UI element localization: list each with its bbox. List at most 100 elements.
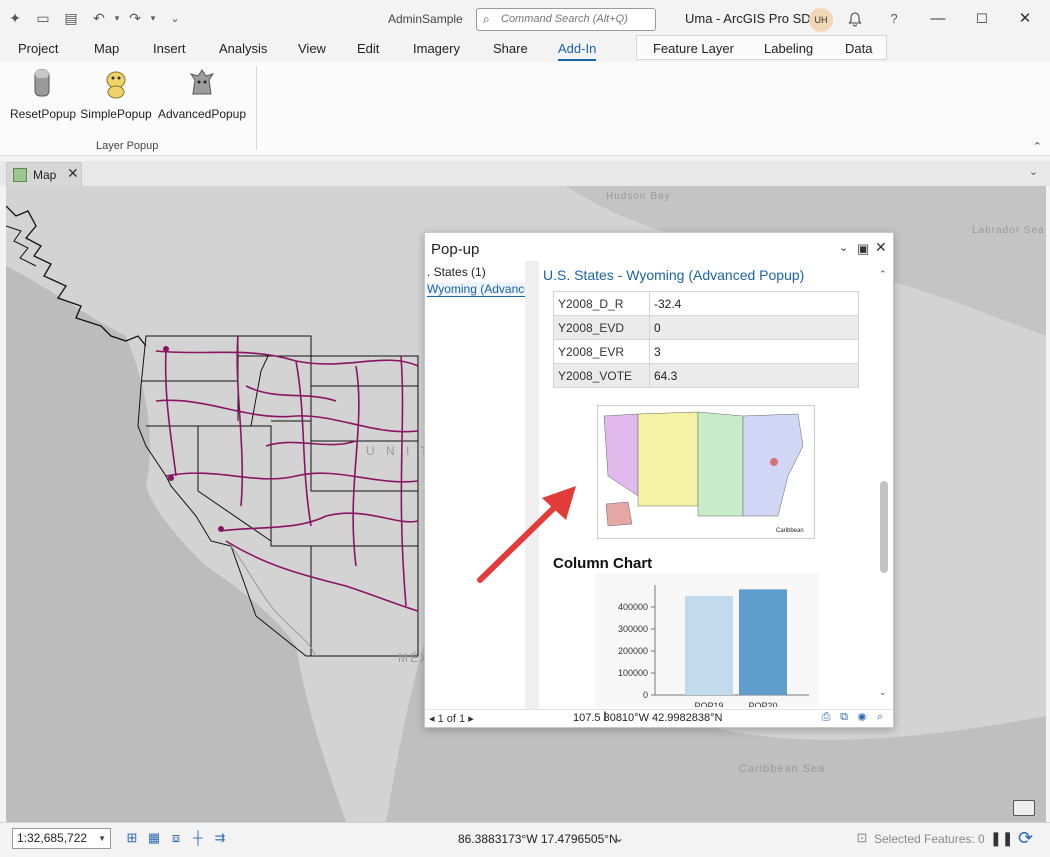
minimize-button[interactable]: — <box>926 8 950 30</box>
snapping-icon[interactable]: ⧈ <box>168 830 184 846</box>
attr-key: Y2008_EVR <box>553 339 650 364</box>
text-cursor-icon: I <box>603 708 607 724</box>
close-window-button[interactable]: ✕ <box>1013 8 1037 30</box>
attr-value: -32.4 <box>649 291 859 316</box>
tab-insert[interactable]: Insert <box>153 41 186 56</box>
table-row: Y2008_EVR 3 <box>553 339 859 364</box>
save-project-icon[interactable]: ▤ <box>62 9 80 27</box>
flash-icon[interactable]: ✺ <box>855 711 869 725</box>
column-chart: 0 100000 200000 300000 400000 POP19 POP20 <box>595 573 819 709</box>
popup-options-icon[interactable]: ⌄ <box>839 241 848 254</box>
feature-item-wyoming[interactable]: Wyoming (Advanced Popup) <box>427 282 525 297</box>
status-bar: 1:32,685,722 ▼ ⊞ ▦ ⧈ ┼ ⇉ 86.3883173°W 17… <box>0 822 1050 857</box>
close-map-tab-icon[interactable]: ✕ <box>67 165 79 182</box>
command-search-input[interactable]: ⌕ Command Search (Alt+Q) <box>476 8 656 31</box>
basemap-gallery-icon[interactable] <box>1013 800 1035 816</box>
constraints-icon[interactable]: ┼ <box>190 830 206 846</box>
undo-dropdown-icon[interactable]: ▾ <box>108 9 126 27</box>
open-project-icon[interactable]: ▭ <box>34 9 52 27</box>
zoom-to-icon[interactable]: ⌕ <box>873 711 887 725</box>
annotation-arrow-icon <box>477 486 576 583</box>
nav-counter: 1 of 1 <box>437 713 466 725</box>
attr-value: 3 <box>649 339 859 364</box>
selection-icon[interactable]: ⊡ <box>854 830 870 846</box>
map-scale-select[interactable]: 1:32,685,722 ▼ <box>12 828 111 849</box>
popup-title: Pop-up <box>431 241 480 258</box>
popup-coords: 107.5 30810°W 42.9982838°N <box>573 712 723 724</box>
view-tab-strip: Map ✕ ⌄ <box>0 161 1050 186</box>
attr-value: 64.3 <box>649 363 859 388</box>
ribbon-body: ResetPopup SimplePopup AdvancedPopup Lay… <box>0 62 1050 156</box>
add-layer-icon[interactable]: ⊞ <box>124 830 140 846</box>
map-label-hudson-bay: Hudson Bay <box>606 191 671 202</box>
chevron-down-icon: ▼ <box>98 834 106 843</box>
tab-imagery[interactable]: Imagery <box>413 41 460 56</box>
redo-icon[interactable]: ↷ <box>126 9 144 27</box>
notifications-bell-icon[interactable] <box>843 8 867 30</box>
nav-next-icon[interactable]: ▸ <box>468 713 474 725</box>
attr-key: Y2008_VOTE <box>553 363 650 388</box>
layer-group-item[interactable]: . States (1) <box>427 265 486 279</box>
ribbon-tabs: Project Map Insert Analysis View Edit Im… <box>0 38 1050 62</box>
tab-feature-layer[interactable]: Feature Layer <box>653 41 734 56</box>
command-search-placeholder: Command Search (Alt+Q) <box>501 13 628 25</box>
coord-format-dropdown-icon[interactable]: ⌄ <box>614 831 624 845</box>
map-nav-icon[interactable]: ⇉ <box>212 830 228 846</box>
contextual-tab-group: Feature Layer Labeling Data <box>636 35 887 60</box>
scroll-up-icon[interactable]: ⌃ <box>879 269 887 280</box>
group-label: Layer Popup <box>96 140 159 152</box>
collapse-ribbon-icon[interactable]: ⌃ <box>1033 140 1042 153</box>
advanced-popup-icon <box>189 69 215 95</box>
popup-maximize-icon[interactable]: ▣ <box>857 241 869 257</box>
tab-project[interactable]: Project <box>18 41 58 56</box>
selected-features: Selected Features: 0 <box>874 832 985 846</box>
vscroll-thumb[interactable] <box>880 481 888 573</box>
reset-popup-button[interactable]: ResetPopup <box>10 66 77 121</box>
help-button[interactable]: ? <box>882 8 906 30</box>
redo-dropdown-icon[interactable]: ▾ <box>144 9 162 27</box>
map-caption: Caribbean <box>776 528 804 534</box>
attr-key: Y2008_EVD <box>553 315 650 340</box>
tab-share[interactable]: Share <box>493 41 528 56</box>
tab-analysis[interactable]: Analysis <box>219 41 267 56</box>
pause-drawing-icon[interactable]: ❚❚ <box>990 830 1013 847</box>
tab-labeling[interactable]: Labeling <box>764 41 813 56</box>
simple-popup-icon <box>106 71 126 99</box>
tab-map[interactable]: Map <box>94 41 119 56</box>
print-icon[interactable]: ⎙ <box>819 711 833 725</box>
us-states-map-image: Caribbean <box>597 405 815 539</box>
customize-toolbar-icon[interactable]: ⌄ <box>166 9 184 27</box>
table-row: Y2008_EVD 0 <box>553 315 859 340</box>
popup-close-icon[interactable]: ✕ <box>875 239 887 256</box>
reset-popup-label: ResetPopup <box>10 107 77 121</box>
reset-popup-icon <box>34 69 50 97</box>
popup-details-pane: U.S. States - Wyoming (Advanced Popup) Y… <box>539 261 891 709</box>
tab-map-view[interactable]: Map ✕ <box>6 162 82 186</box>
view-list-dropdown-icon[interactable]: ⌄ <box>1029 165 1038 178</box>
simple-popup-button[interactable]: SimplePopup <box>80 66 152 121</box>
table-row: Y2008_VOTE 64.3 <box>553 363 859 388</box>
group-separator <box>256 66 257 150</box>
details-vscrollbar[interactable]: ⌃ ⌄ <box>877 261 891 701</box>
y-tick-label: 400000 <box>618 602 648 612</box>
search-icon: ⌕ <box>483 12 490 26</box>
undo-icon[interactable]: ↶ <box>90 9 108 27</box>
map-label-labrador-sea: Labrador Sea <box>972 225 1045 236</box>
feature-nav[interactable]: ◂ 1 of 1 ▸ <box>429 712 474 725</box>
popup-footer: ◂ 1 of 1 ▸ 107.5 30810°W 42.9982838°N ⎙ … <box>425 709 893 727</box>
refresh-icon[interactable]: ⟳ <box>1018 828 1033 849</box>
y-tick-label: 0 <box>643 690 648 700</box>
tab-add-in[interactable]: Add-In <box>558 41 597 61</box>
tab-edit[interactable]: Edit <box>357 41 379 56</box>
tab-data[interactable]: Data <box>845 41 872 56</box>
user-avatar[interactable]: UH <box>809 8 833 32</box>
filter-icon[interactable]: ⧉ <box>837 711 851 725</box>
new-project-icon[interactable]: ✦ <box>6 9 24 27</box>
nav-prev-icon[interactable]: ◂ <box>429 713 435 725</box>
advanced-popup-button[interactable]: AdvancedPopup <box>157 66 247 121</box>
grid-icon[interactable]: ▦ <box>146 830 162 846</box>
tab-view[interactable]: View <box>298 41 326 56</box>
maximize-button[interactable]: ☐ <box>970 8 994 30</box>
scroll-down-icon[interactable]: ⌄ <box>879 687 887 698</box>
title-bar: ✦ ▭ ▤ ↶ ▾ ↷ ▾ ⌄ AdminSample ⌕ Command Se… <box>0 0 1050 38</box>
